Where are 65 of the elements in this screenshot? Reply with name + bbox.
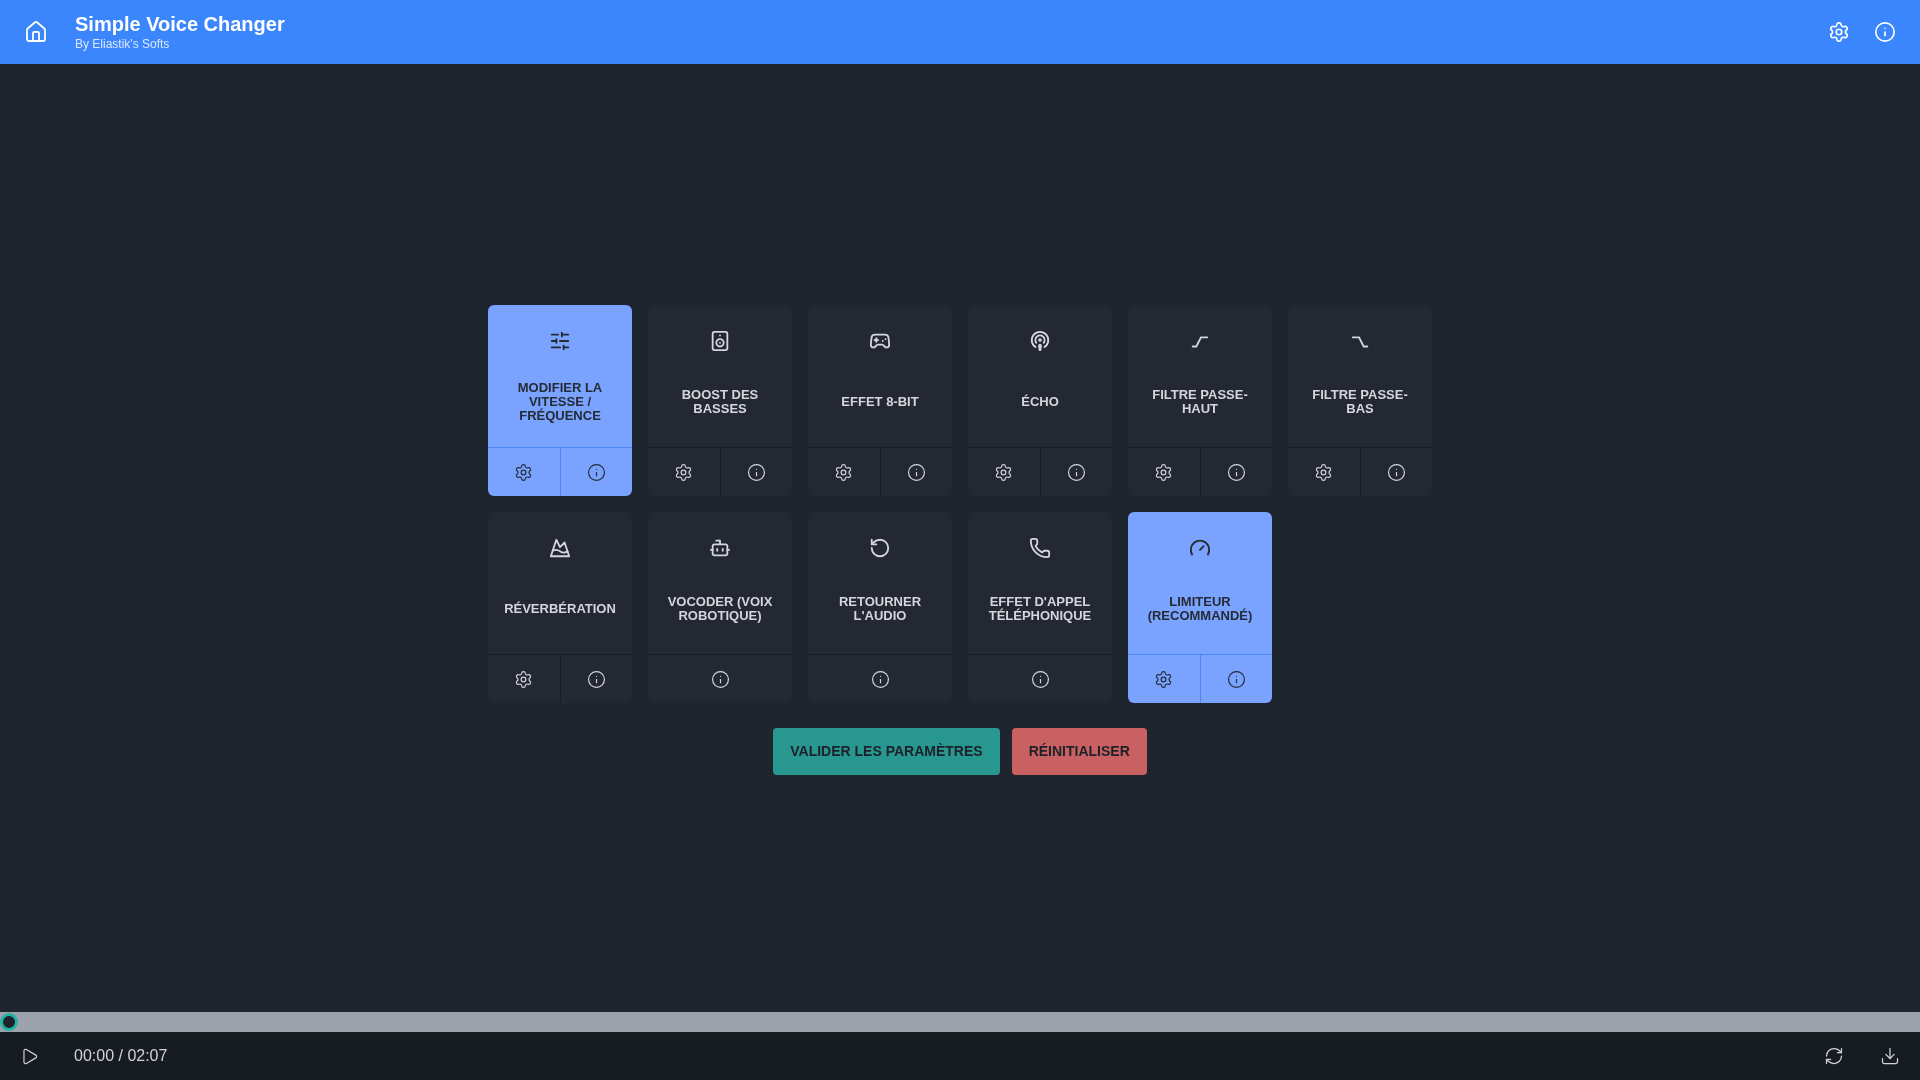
- effect-label: VOCODER (VOIX ROBOTIQUE): [666, 595, 774, 623]
- effect-label: FILTRE PASSE-BAS: [1311, 388, 1409, 416]
- reset-button[interactable]: RÉINITIALISER: [1011, 728, 1147, 775]
- undo-icon: [869, 537, 891, 559]
- gear-icon: [674, 462, 694, 482]
- download-icon: [1880, 1046, 1900, 1066]
- info-icon: [906, 462, 926, 482]
- effect-card[interactable]: VOCODER (VOIX ROBOTIQUE): [648, 512, 792, 703]
- sliders-icon: [549, 330, 571, 352]
- gear-icon: [1828, 21, 1850, 43]
- effect-card[interactable]: FILTRE PASSE-BAS: [1288, 305, 1432, 496]
- effect-card[interactable]: BOOST DES BASSES: [648, 305, 792, 496]
- download-button[interactable]: [1880, 1046, 1900, 1066]
- info-button[interactable]: [1874, 21, 1896, 43]
- effect-label: LIMITEUR (RECOMMANDÉ): [1146, 595, 1254, 623]
- loop-button[interactable]: [1824, 1046, 1844, 1066]
- info-icon: [710, 669, 730, 689]
- seek-thumb[interactable]: [0, 1013, 18, 1031]
- effect-label: MODIFIER LA VITESSE / FRÉQUENCE: [516, 381, 604, 423]
- play-button[interactable]: [20, 1046, 39, 1066]
- app-title: Simple Voice Changer: [75, 12, 285, 36]
- effect-card[interactable]: EFFET D'APPEL TÉLÉPHONIQUE: [968, 512, 1112, 703]
- effect-card[interactable]: EFFET 8-BIT: [808, 305, 952, 496]
- gear-icon: [994, 462, 1014, 482]
- app-subtitle: By Eliastik's Softs: [75, 36, 171, 52]
- info-icon: [870, 669, 890, 689]
- play-icon: [20, 1046, 39, 1066]
- phone-icon: [1029, 537, 1051, 559]
- effect-card[interactable]: LIMITEUR (RECOMMANDÉ): [1128, 512, 1272, 703]
- effect-card[interactable]: RÉVERBÉRATION: [488, 512, 632, 703]
- effect-card[interactable]: MODIFIER LA VITESSE / FRÉQUENCE: [488, 305, 632, 496]
- info-icon: [746, 462, 766, 482]
- robot-icon: [709, 537, 731, 559]
- effect-label: EFFET 8-BIT: [841, 395, 919, 409]
- effect-card[interactable]: FILTRE PASSE-HAUT: [1128, 305, 1272, 496]
- info-icon: [1874, 21, 1896, 43]
- home-button[interactable]: [24, 20, 48, 44]
- gear-icon: [1314, 462, 1334, 482]
- info-icon: [1226, 669, 1246, 689]
- home-icon: [24, 20, 48, 44]
- time-display: 00:00 / 02:07: [74, 1046, 168, 1066]
- info-icon: [586, 462, 606, 482]
- effect-label: RETOURNER L'AUDIO: [837, 595, 923, 623]
- gear-icon: [1154, 669, 1174, 689]
- effect-label: FILTRE PASSE-HAUT: [1151, 388, 1249, 416]
- effect-label: EFFET D'APPEL TÉLÉPHONIQUE: [987, 595, 1093, 623]
- validate-button[interactable]: VALIDER LES PARAMÈTRES: [773, 728, 1000, 775]
- mountain-icon: [549, 537, 571, 559]
- effect-label: BOOST DES BASSES: [680, 388, 760, 416]
- gear-icon: [1154, 462, 1174, 482]
- effect-label: ÉCHO: [1021, 395, 1059, 409]
- info-icon: [1066, 462, 1086, 482]
- podcast-icon: [1029, 330, 1051, 352]
- gear-icon: [514, 462, 534, 482]
- info-icon: [1386, 462, 1406, 482]
- info-icon: [1030, 669, 1050, 689]
- effect-card[interactable]: RETOURNER L'AUDIO: [808, 512, 952, 703]
- effect-label: RÉVERBÉRATION: [504, 602, 616, 616]
- info-icon: [586, 669, 606, 689]
- speaker-icon: [709, 330, 731, 352]
- gear-icon: [514, 669, 534, 689]
- refresh-icon: [1824, 1046, 1844, 1066]
- effect-card[interactable]: ÉCHO: [968, 305, 1112, 496]
- info-icon: [1226, 462, 1246, 482]
- gear-icon: [834, 462, 854, 482]
